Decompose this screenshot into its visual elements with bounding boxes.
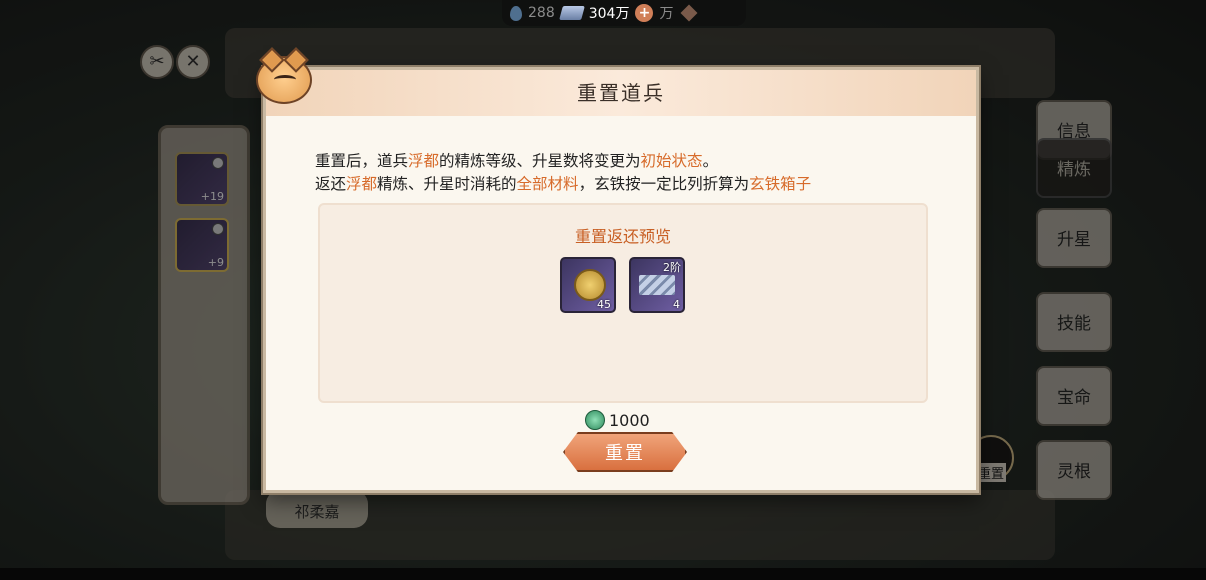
weapon-name-highlight: 浮都 xyxy=(346,175,378,193)
resource-bar: 288 304万 + 万 xyxy=(502,0,746,26)
reset-weapon-dialog: 重置道兵 重置后，道兵浮都的精炼等级、升星数将变更为初始状态。 返还浮都精炼、升… xyxy=(263,67,979,493)
text-seg: 精炼、升星时消耗的 xyxy=(377,175,517,193)
cost-amount: 1000 xyxy=(609,410,650,430)
text-seg: 。 xyxy=(702,152,719,170)
all-materials-highlight: 全部材料 xyxy=(516,175,579,193)
iron-bars-icon xyxy=(639,275,675,295)
spirit-stone-icon xyxy=(510,5,522,21)
silver-count: 304万 xyxy=(588,6,630,22)
gold-seal-icon xyxy=(574,269,606,301)
silver-ingot-icon xyxy=(558,6,585,20)
reset-button[interactable]: 重置 xyxy=(563,432,687,472)
item-count: 45 xyxy=(597,298,611,311)
return-preview-panel: 重置返还预览 45 2阶 4 xyxy=(318,203,928,403)
bottom-bar xyxy=(0,568,1206,580)
text-seg: 的精炼等级、升星数将变更为 xyxy=(439,152,641,170)
spirit-stone-count: 288 xyxy=(528,5,555,21)
description-line-1: 重置后，道兵浮都的精炼等级、升星数将变更为初始状态。 xyxy=(315,150,955,173)
other-resource-count: 万 xyxy=(659,6,674,22)
return-item-iron-bars[interactable]: 2阶 4 xyxy=(629,257,685,313)
preview-title: 重置返还预览 xyxy=(574,227,671,246)
diamond-icon xyxy=(680,4,698,22)
text-seg: ，玄铁按一定比列折算为 xyxy=(578,175,750,193)
text-seg: 返还 xyxy=(315,175,347,193)
add-resource-icon[interactable]: + xyxy=(635,4,654,22)
initial-state-highlight: 初始状态 xyxy=(640,152,703,170)
dialog-title: 重置道兵 xyxy=(266,70,976,116)
weapon-name-highlight: 浮都 xyxy=(408,152,440,170)
description-line-2: 返还浮都精炼、升星时消耗的全部材料，玄铁按一定比列折算为玄铁箱子 xyxy=(315,173,955,196)
cat-mascot-icon xyxy=(256,56,312,104)
currency-icon xyxy=(585,410,605,430)
reset-cost: 1000 xyxy=(585,410,650,430)
iron-box-highlight: 玄铁箱子 xyxy=(749,175,812,193)
item-tier: 2阶 xyxy=(663,261,681,274)
text-seg: 重置后，道兵 xyxy=(315,152,409,170)
dialog-description: 重置后，道兵浮都的精炼等级、升星数将变更为初始状态。 返还浮都精炼、升星时消耗的… xyxy=(315,150,955,196)
item-count: 4 xyxy=(673,298,680,311)
return-item-gold-seal[interactable]: 45 xyxy=(560,257,616,313)
